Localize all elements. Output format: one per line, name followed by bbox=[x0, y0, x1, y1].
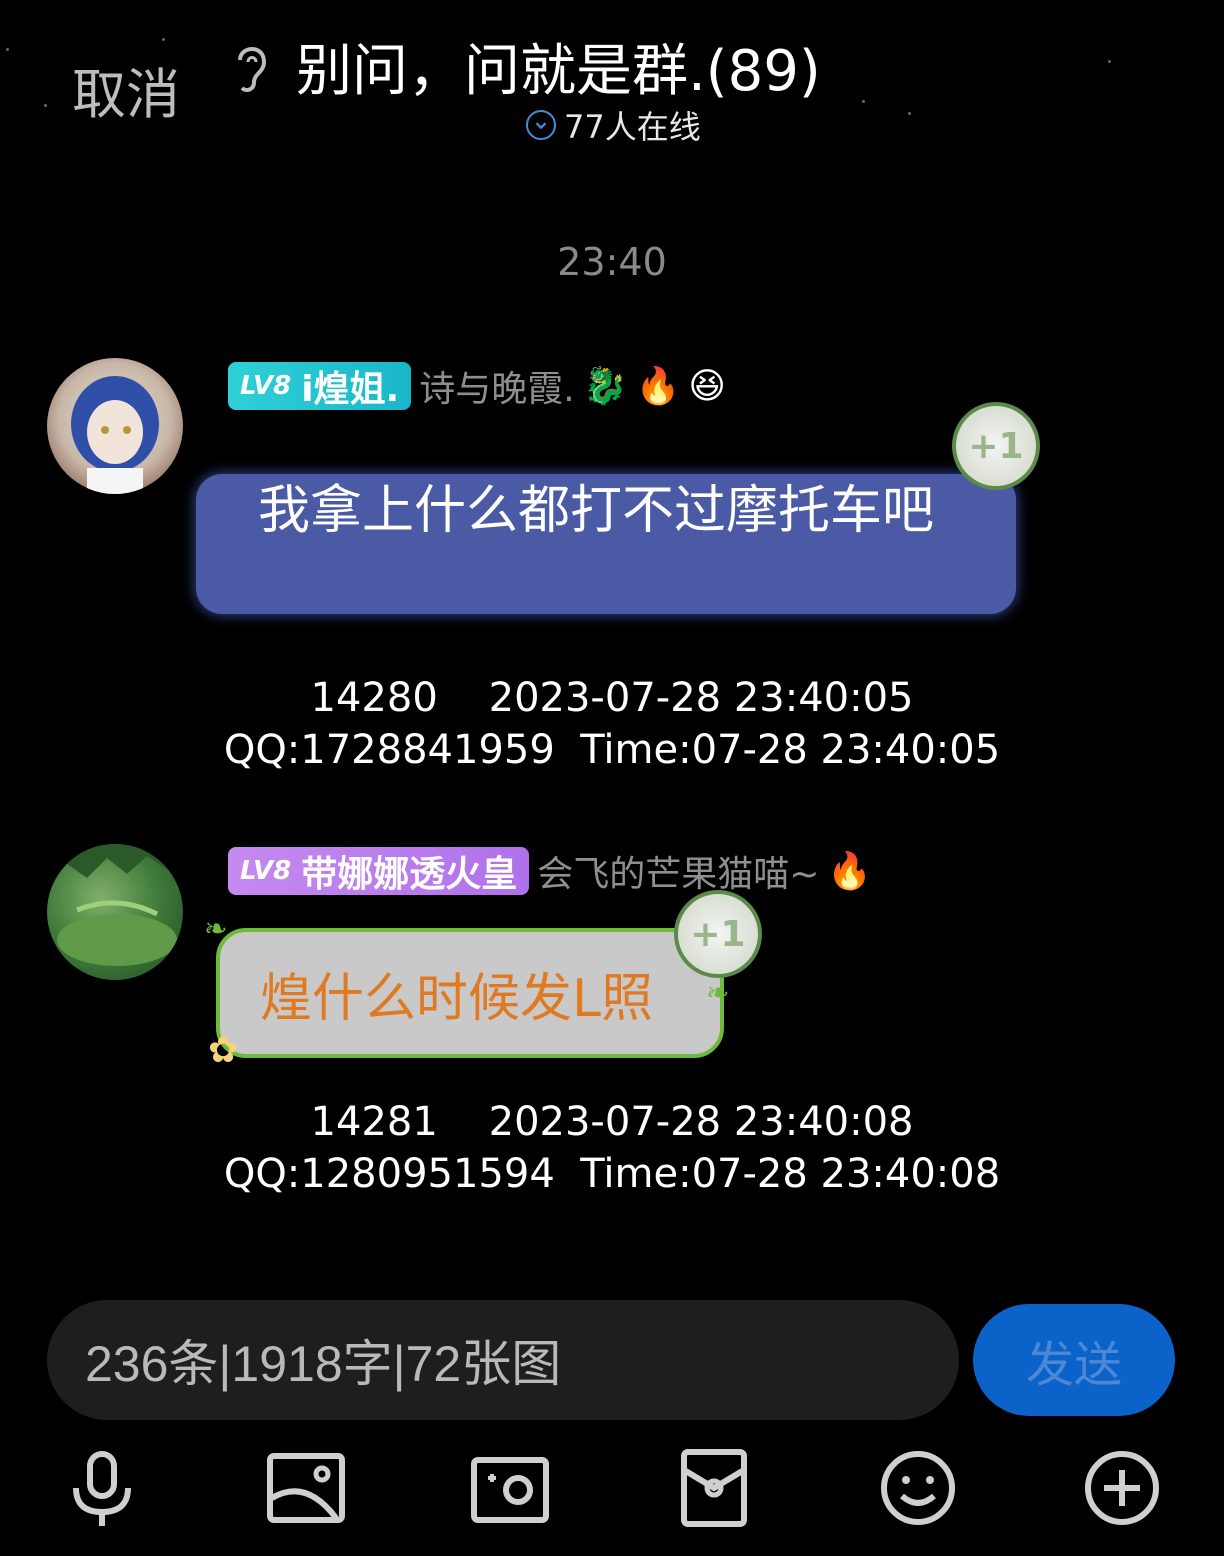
image-icon[interactable] bbox=[266, 1448, 346, 1528]
meta-line-qq-time: QQ:1280951594 Time:07-28 23:40:08 bbox=[223, 1151, 1001, 1197]
flower-decoration-icon: ✿ bbox=[208, 1030, 239, 1071]
star-decoration bbox=[1108, 60, 1111, 63]
leaf-decoration-icon: ❧ bbox=[706, 976, 730, 1009]
microphone-icon[interactable] bbox=[62, 1448, 142, 1528]
star-decoration bbox=[6, 48, 9, 51]
plus-one-reaction[interactable]: +1 bbox=[674, 890, 762, 978]
star-decoration bbox=[162, 38, 165, 41]
badge-title: 带娜娜透火皇 bbox=[301, 854, 518, 895]
cancel-button[interactable]: 取消 bbox=[72, 50, 180, 129]
badge-title: i煌姐. bbox=[301, 369, 400, 410]
avatar[interactable] bbox=[47, 844, 183, 980]
red-packet-icon[interactable] bbox=[674, 1448, 754, 1528]
chat-title: 别问，问就是群.(89) bbox=[296, 39, 821, 104]
message-bubble[interactable]: 煌什么时候发L照 bbox=[216, 928, 724, 1058]
sender-row: LV8 带娜娜透火皇 会飞的芒果猫喵~ 🔥 bbox=[228, 845, 872, 897]
message-meta: 14280 2023-07-28 23:40:05 QQ:1728841959 … bbox=[0, 672, 1224, 776]
plus-icon[interactable] bbox=[1082, 1448, 1162, 1528]
message-meta: 14281 2023-07-28 23:40:08 QQ:1280951594 … bbox=[0, 1096, 1224, 1200]
send-button[interactable]: 发送 bbox=[973, 1304, 1175, 1416]
plus-one-reaction[interactable]: +1 bbox=[952, 402, 1040, 490]
sender-nickname[interactable]: 诗与晚霞. bbox=[419, 360, 574, 412]
fire-icon: 🔥 bbox=[827, 851, 873, 892]
message-text: 我拿上什么都打不过摩托车吧 bbox=[258, 481, 935, 541]
emoji-icon[interactable] bbox=[878, 1448, 958, 1528]
level-badge: LV8 i煌姐. bbox=[228, 362, 412, 410]
avatar[interactable] bbox=[47, 358, 183, 494]
sender-nickname[interactable]: 会飞的芒果猫喵~ bbox=[537, 845, 819, 897]
time-divider: 23:40 bbox=[557, 240, 667, 284]
message-text: 煌什么时候发L照 bbox=[260, 968, 653, 1029]
level-label: LV8 bbox=[240, 856, 292, 886]
laughing-flower-icon: 😆 bbox=[688, 365, 726, 407]
chevron-down-icon bbox=[526, 110, 556, 140]
dragon-icon: 🐉 bbox=[582, 366, 628, 407]
message-input[interactable]: 236条|1918字|72张图 bbox=[47, 1300, 959, 1420]
message-bubble[interactable]: 我拿上什么都打不过摩托车吧 bbox=[196, 474, 1016, 614]
meta-line-qq-time: QQ:1728841959 Time:07-28 23:40:05 bbox=[223, 727, 1001, 773]
camera-icon[interactable] bbox=[470, 1448, 550, 1528]
star-decoration bbox=[908, 112, 911, 115]
ear-icon[interactable] bbox=[230, 38, 274, 98]
fire-icon: 🔥 bbox=[635, 366, 681, 407]
meta-line-id-date: 14281 2023-07-28 23:40:08 bbox=[310, 1099, 914, 1145]
level-label: LV8 bbox=[240, 371, 292, 401]
online-count[interactable]: 77人在线 bbox=[526, 102, 701, 148]
meta-line-id-date: 14280 2023-07-28 23:40:05 bbox=[310, 675, 914, 721]
star-decoration bbox=[862, 100, 865, 103]
star-decoration bbox=[44, 104, 47, 107]
sender-row: LV8 i煌姐. 诗与晚霞. 🐉 🔥 😆 bbox=[228, 360, 726, 412]
level-badge: LV8 带娜娜透火皇 bbox=[228, 847, 530, 895]
online-count-label: 77人在线 bbox=[564, 108, 701, 146]
